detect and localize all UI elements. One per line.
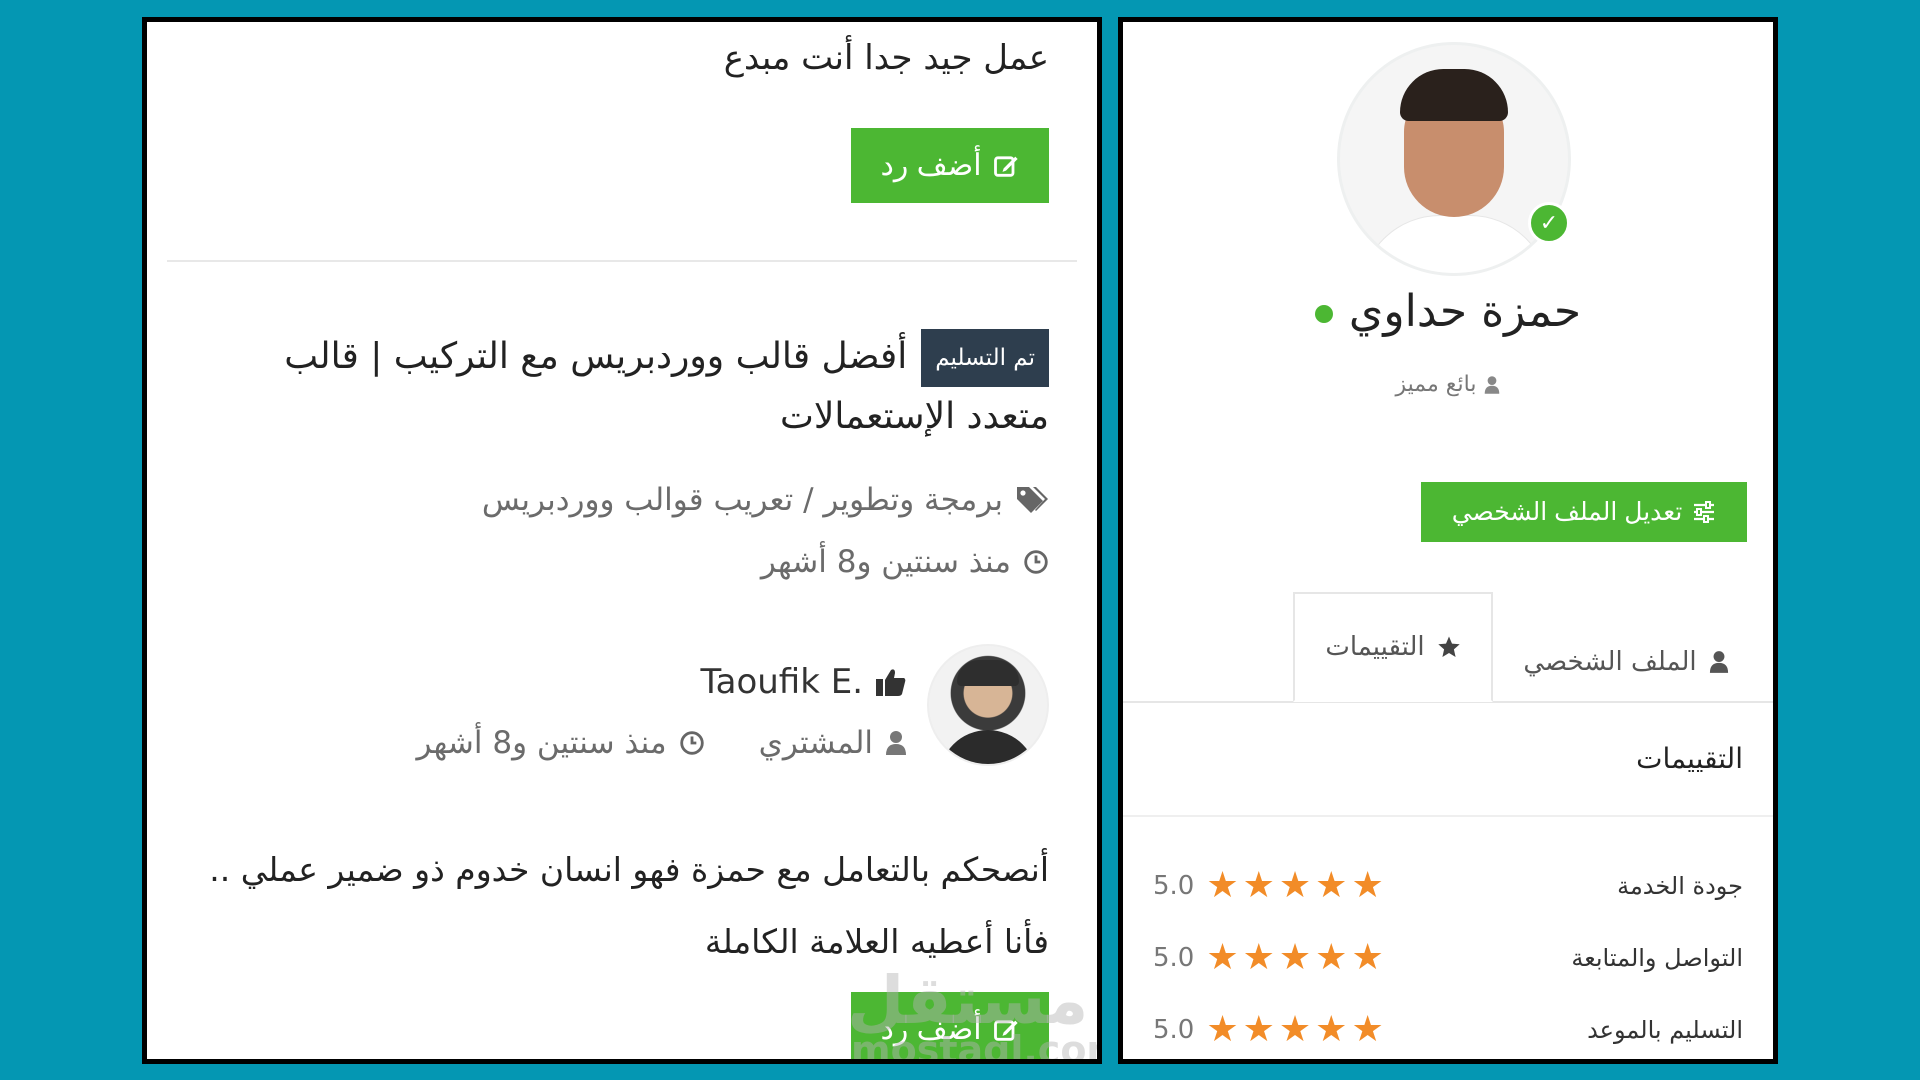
- seller-role: بائع مميز: [1123, 372, 1773, 397]
- thumbs-up-icon: [875, 667, 907, 697]
- watermark-logo: مستقل: [847, 962, 1089, 1039]
- tab-profile[interactable]: الملف الشخصي: [1493, 622, 1759, 702]
- buyer-avatar[interactable]: [927, 644, 1049, 766]
- review-comment: أنصحكم بالتعامل مع حمزة فهو انسان خدوم ذ…: [209, 850, 1049, 961]
- rating-stars-icon: ★★★★★: [1206, 937, 1388, 978]
- rating-row-service-quality: جودة الخدمة 5.0 ★★★★★: [1153, 861, 1743, 911]
- divider: [1123, 815, 1773, 817]
- user-icon: [1484, 375, 1500, 395]
- rating-value: 5.0: [1153, 1015, 1195, 1045]
- rating-row-communication: التواصل والمتابعة 5.0 ★★★★★: [1153, 933, 1743, 983]
- tags-icon: [1015, 485, 1049, 515]
- buyer-name-text[interactable]: Taoufik E.: [700, 662, 863, 702]
- seller-role-text: بائع مميز: [1395, 372, 1477, 397]
- project-category[interactable]: برمجة وتطوير / تعريب قوالب ووردبريس: [482, 482, 1049, 518]
- rating-stars-icon: ★★★★★: [1206, 1009, 1388, 1050]
- project-reviews-panel: عمل جيد جدا أنت مبدع أضف رد تم التسليمأف…: [142, 17, 1102, 1064]
- seller-avatar[interactable]: [1337, 42, 1571, 276]
- previous-comment-text: عمل جيد جدا أنت مبدع: [723, 38, 1049, 78]
- user-icon: [885, 730, 907, 756]
- seller-name-text: حمزة حداوي: [1348, 286, 1582, 337]
- online-status-icon: [1314, 305, 1333, 323]
- rating-label: جودة الخدمة: [1617, 872, 1743, 900]
- tab-ratings[interactable]: التقييمات: [1293, 592, 1493, 702]
- ratings-heading: التقييمات: [1636, 742, 1743, 775]
- rating-label: التواصل والمتابعة: [1571, 944, 1743, 972]
- tab-ratings-label: التقييمات: [1325, 632, 1425, 662]
- buyer-name[interactable]: Taoufik E.: [700, 662, 907, 702]
- user-icon: [1709, 650, 1729, 674]
- rating-row-on-time-delivery: التسليم بالموعد 5.0 ★★★★★: [1153, 1005, 1743, 1055]
- rating-value: 5.0: [1153, 871, 1195, 901]
- add-reply-button[interactable]: أضف رد: [851, 128, 1049, 203]
- tab-profile-label: الملف الشخصي: [1523, 647, 1697, 677]
- add-reply-label: أضف رد: [880, 149, 982, 182]
- project-time: منذ سنتين و8 أشهر: [761, 544, 1049, 580]
- project-title[interactable]: تم التسليمأفضل قالب ووردبريس مع التركيب …: [259, 327, 1049, 447]
- rating-stars-icon: ★★★★★: [1206, 865, 1388, 906]
- edit-icon: [992, 152, 1020, 180]
- seller-name: حمزة حداوي: [1123, 286, 1773, 337]
- seller-profile-panel: ✓ حمزة حداوي بائع مميز تعديل الملف الشخص…: [1118, 17, 1778, 1064]
- edit-profile-label: تعديل الملف الشخصي: [1451, 498, 1683, 526]
- edit-profile-button[interactable]: تعديل الملف الشخصي: [1421, 482, 1747, 542]
- rating-label: التسليم بالموعد: [1587, 1016, 1743, 1044]
- review-time: منذ سنتين و8 أشهر: [416, 725, 667, 761]
- buyer-role: المشتري: [758, 725, 873, 761]
- rating-value: 5.0: [1153, 943, 1195, 973]
- divider: [167, 260, 1077, 262]
- clock-icon: [1023, 549, 1049, 575]
- category-text[interactable]: برمجة وتطوير / تعريب قوالب ووردبريس: [482, 482, 1003, 518]
- clock-icon: [679, 730, 705, 756]
- sliders-icon: [1692, 501, 1716, 523]
- star-icon: [1437, 635, 1461, 659]
- watermark-url: mostaql.com: [851, 1028, 1102, 1064]
- project-time-text: منذ سنتين و8 أشهر: [760, 544, 1011, 580]
- buyer-meta: المشتري منذ سنتين و8 أشهر: [417, 725, 907, 761]
- status-badge: تم التسليم: [921, 329, 1049, 387]
- verified-check-icon: ✓: [1528, 202, 1570, 244]
